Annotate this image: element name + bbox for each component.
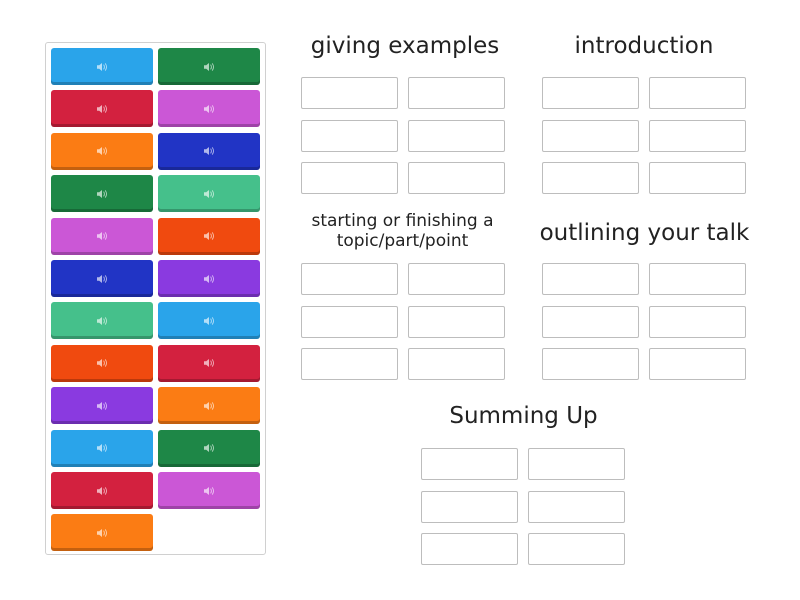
audio-tile[interactable] (51, 387, 153, 425)
drop-slot[interactable] (542, 119, 639, 152)
group-title-introduction: introduction (574, 33, 714, 59)
speaker-icon (203, 273, 215, 285)
speaker-icon (96, 485, 108, 497)
drop-slot[interactable] (649, 119, 746, 152)
drop-slot[interactable] (408, 77, 505, 109)
audio-tile[interactable] (51, 429, 153, 467)
audio-tile[interactable] (158, 48, 260, 85)
audio-tile[interactable] (51, 472, 153, 509)
drop-slot[interactable] (542, 162, 639, 194)
audio-tile[interactable] (158, 217, 260, 255)
audio-tile[interactable] (158, 302, 260, 340)
drop-slot[interactable] (408, 348, 505, 380)
drop-slot[interactable] (649, 77, 746, 109)
audio-tile[interactable] (158, 472, 260, 509)
speaker-icon (96, 442, 108, 454)
speaker-icon (96, 188, 108, 200)
audio-tile[interactable] (51, 344, 153, 382)
group-title-outlining-your-talk: outlining your talk (539, 220, 750, 246)
speaker-icon (203, 188, 215, 200)
group-title-summing-up: Summing Up (449, 403, 598, 429)
audio-tile[interactable] (158, 387, 260, 425)
speaker-icon (96, 230, 108, 242)
speaker-icon (96, 315, 108, 327)
speaker-icon (203, 145, 215, 157)
drop-slot[interactable] (649, 305, 746, 338)
speaker-icon (96, 145, 108, 157)
drop-slot[interactable] (421, 533, 518, 565)
speaker-icon (96, 61, 108, 73)
speaker-icon (203, 315, 215, 327)
speaker-icon (96, 273, 108, 285)
audio-tile[interactable] (51, 48, 153, 85)
speaker-icon (203, 61, 215, 73)
speaker-icon (96, 103, 108, 115)
drop-slot[interactable] (542, 348, 639, 380)
drop-slot[interactable] (542, 77, 639, 109)
speaker-icon (96, 527, 108, 539)
audio-tile[interactable] (51, 514, 153, 552)
audio-tile[interactable] (51, 217, 153, 255)
speaker-icon (203, 400, 215, 412)
drop-slot[interactable] (301, 263, 398, 295)
drop-slot[interactable] (301, 77, 398, 109)
speaker-icon (203, 357, 215, 369)
speaker-icon (203, 442, 215, 454)
drop-slot[interactable] (301, 305, 398, 338)
drop-slot[interactable] (408, 119, 505, 152)
group-title-starting-or-finishing: starting or finishing a topic/part/point (311, 211, 494, 251)
audio-tile[interactable] (51, 260, 153, 297)
drop-slot[interactable] (542, 263, 639, 295)
audio-tile[interactable] (158, 429, 260, 467)
audio-tile[interactable] (158, 90, 260, 128)
speaker-icon (96, 357, 108, 369)
drop-slot[interactable] (528, 490, 625, 523)
group-title-giving-examples: giving examples (310, 33, 500, 59)
drop-slot[interactable] (649, 162, 746, 194)
speaker-icon (203, 485, 215, 497)
drop-slot[interactable] (421, 448, 518, 480)
speaker-icon (96, 400, 108, 412)
audio-tile[interactable] (51, 302, 153, 340)
drop-slot[interactable] (301, 348, 398, 380)
drop-slot[interactable] (542, 305, 639, 338)
drop-slot[interactable] (301, 162, 398, 194)
drop-slot[interactable] (408, 162, 505, 194)
audio-tile[interactable] (158, 175, 260, 213)
audio-tile[interactable] (51, 132, 153, 170)
drop-slot[interactable] (649, 348, 746, 380)
drop-slot[interactable] (528, 533, 625, 565)
audio-tile[interactable] (158, 344, 260, 382)
speaker-icon (203, 230, 215, 242)
audio-tile[interactable] (158, 260, 260, 297)
drop-slot[interactable] (421, 490, 518, 523)
drop-slot[interactable] (408, 305, 505, 338)
speaker-icon (203, 103, 215, 115)
audio-tile[interactable] (51, 175, 153, 213)
audio-tile[interactable] (158, 132, 260, 170)
drop-slot[interactable] (649, 263, 746, 295)
drop-slot[interactable] (301, 119, 398, 152)
drop-slot[interactable] (528, 448, 625, 480)
drop-slot[interactable] (408, 263, 505, 295)
audio-tile[interactable] (51, 90, 153, 128)
